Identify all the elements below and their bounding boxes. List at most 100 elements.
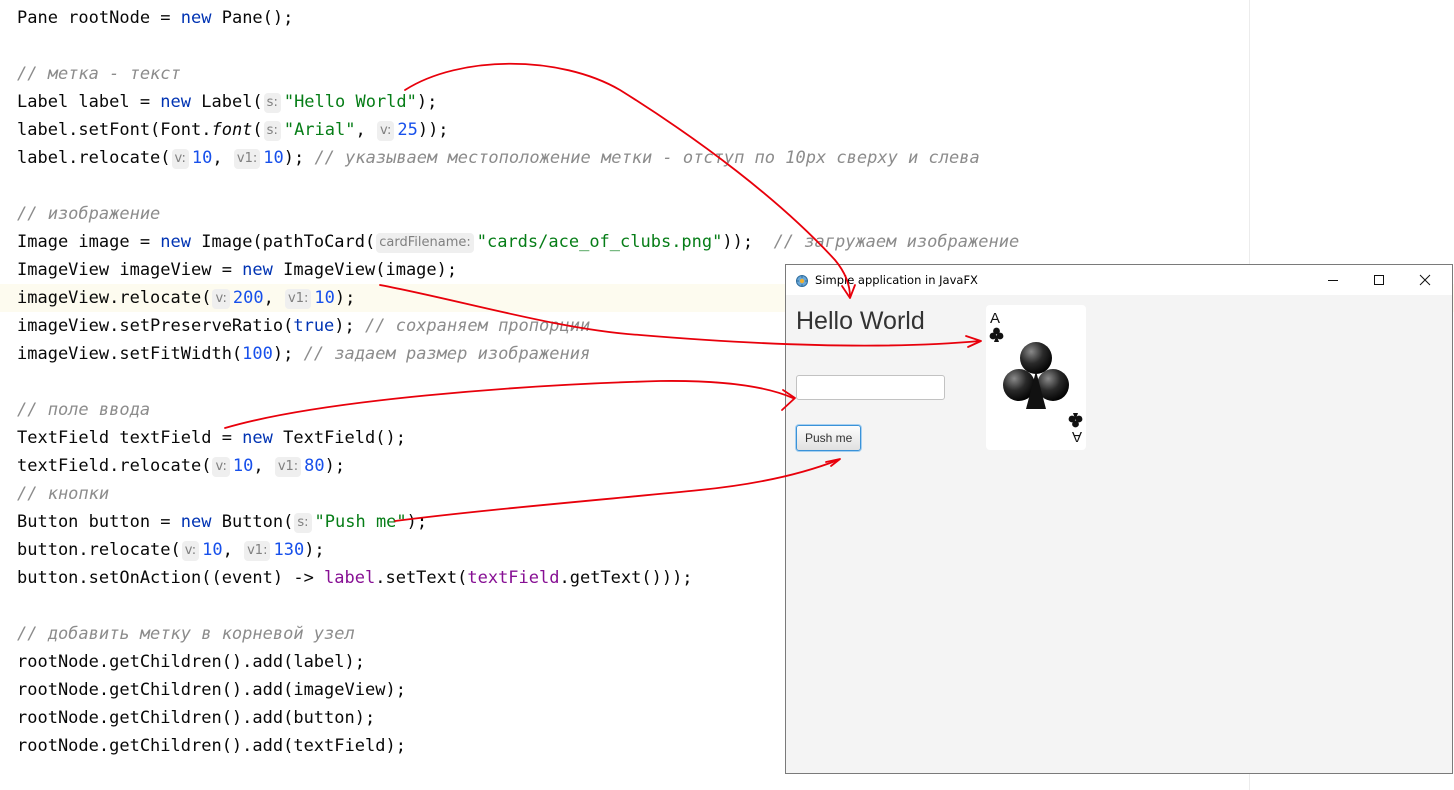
code-line: label.setFont(Font.font(s: "Arial", v: 25)… [17, 116, 449, 144]
parameter-hint: v1: [244, 541, 271, 561]
code-token: ); [304, 540, 325, 560]
code-token: , [263, 288, 285, 308]
java-app-icon [795, 273, 809, 287]
parameter-hint: cardFilename: [376, 233, 474, 253]
code-token: // задаем размер изображения [303, 344, 591, 364]
code-token: Button button = [17, 512, 181, 532]
close-button[interactable] [1402, 265, 1448, 295]
code-token: textField [467, 568, 560, 588]
code-line: Pane rootNode = new Pane(); [17, 4, 293, 32]
code-token: label [324, 568, 376, 588]
code-token: 100 [242, 344, 273, 364]
code-token: "cards/ace_of_clubs.png" [476, 232, 723, 252]
code-token: new [180, 8, 212, 28]
code-line: imageView.relocate(v: 200, v1: 10); [17, 284, 355, 312]
window-content: Hello World Push me A A [786, 295, 1452, 773]
code-token: 10 [232, 456, 254, 476]
code-token: new [180, 512, 212, 532]
card-rank-bottom: A [1072, 428, 1082, 445]
maximize-button[interactable] [1356, 265, 1402, 295]
code-token: 80 [304, 456, 325, 476]
code-token: ); [334, 288, 356, 308]
code-token: label.relocate( [17, 148, 171, 168]
code-token: // указываем местоположение метки - отст… [314, 148, 980, 168]
code-token: // изображение [17, 204, 161, 224]
code-token: button.relocate( [17, 540, 181, 560]
code-token: Label label = [17, 92, 161, 112]
code-token: , [253, 456, 274, 476]
code-line: TextField textField = new TextField(); [17, 424, 406, 452]
code-token: Image(pathToCard( [191, 232, 376, 252]
parameter-hint: s: [263, 121, 281, 141]
code-comment-line: // добавить метку в корневой узел [17, 620, 355, 648]
code-token: ); [416, 92, 438, 112]
code-line: rootNode.getChildren().add(label); [17, 648, 365, 676]
code-token: 10 [191, 148, 213, 168]
code-token: 25 [397, 120, 418, 140]
parameter-hint: v: [181, 541, 200, 561]
code-token: 10 [263, 148, 284, 168]
code-line: button.relocate(v: 10, v1: 130); [17, 536, 325, 564]
parameter-hint: v: [212, 457, 230, 477]
code-token: // сохраняем пропорции [365, 316, 591, 336]
code-token: rootNode.getChildren().add(imageView); [17, 680, 406, 700]
window-titlebar[interactable]: Simple application in JavaFX [786, 265, 1452, 295]
code-line: label.relocate(v: 10, v1: 10); // указывае… [17, 144, 980, 172]
code-token: .setText( [375, 568, 468, 588]
code-token: imageView.relocate( [17, 288, 212, 308]
code-token: ( [252, 120, 263, 140]
code-token: Image image = [17, 232, 161, 252]
parameter-hint: v: [171, 149, 189, 169]
code-line: ImageView imageView = new ImageView(imag… [17, 256, 457, 284]
code-token: , [222, 540, 244, 560]
code-token: new [160, 92, 192, 112]
code-token: // добавить метку в корневой узел [17, 624, 355, 644]
code-token: imageView.setFitWidth( [17, 344, 243, 364]
code-token: Pane rootNode = [17, 8, 181, 28]
code-token: "Arial" [283, 120, 356, 140]
text-input[interactable] [796, 375, 945, 400]
code-comment-line: // изображение [17, 200, 160, 228]
minimize-icon [1328, 280, 1338, 281]
code-token: "Hello World" [283, 92, 417, 112]
code-token: ); [334, 316, 366, 336]
club-large-icon [1003, 342, 1069, 409]
code-token: .getText())); [559, 568, 693, 588]
code-token: Pane(); [211, 8, 294, 28]
code-token: textField.relocate( [17, 456, 212, 476]
close-icon [1419, 274, 1431, 286]
parameter-hint: v1: [274, 457, 302, 477]
push-me-button[interactable]: Push me [796, 425, 862, 451]
maximize-icon [1374, 275, 1384, 285]
minimize-button[interactable] [1310, 265, 1356, 295]
code-line: textField.relocate(v: 10, v1: 80); [17, 452, 345, 480]
code-token: new [242, 260, 273, 280]
code-token: 10 [314, 288, 335, 308]
code-line: Label label = new Label(s: "Hello World")… [17, 88, 437, 116]
code-token: 10 [202, 540, 223, 560]
parameter-hint: s: [294, 513, 312, 533]
window-title: Simple application in JavaFX [815, 273, 978, 287]
code-token: Button( [211, 512, 294, 532]
code-token: rootNode.getChildren().add(button); [17, 708, 376, 728]
code-token: imageView.setPreserveRatio( [17, 316, 294, 336]
code-token: TextField(); [272, 428, 406, 448]
code-token: ImageView(image); [272, 260, 458, 280]
javafx-window[interactable]: Simple application in JavaFX Hello World… [785, 264, 1453, 774]
code-token: true [293, 316, 335, 336]
code-token: TextField textField = [17, 428, 243, 448]
code-token: , [212, 148, 233, 168]
code-token: font [211, 120, 253, 140]
code-token: 200 [232, 288, 264, 308]
hello-label: Hello World [796, 307, 925, 335]
code-line: rootNode.getChildren().add(imageView); [17, 676, 406, 704]
parameter-hint: v: [376, 121, 395, 141]
code-token: )); [417, 120, 449, 140]
code-token: Label( [191, 92, 263, 112]
parameter-hint: v1: [285, 289, 312, 309]
code-token: new [242, 428, 273, 448]
code-token: // метка - текст [17, 64, 181, 84]
ace-of-clubs-card: A A [986, 305, 1086, 450]
code-token: button.setOnAction((event) -> [17, 568, 325, 588]
code-comment-line: // кнопки [17, 480, 109, 508]
